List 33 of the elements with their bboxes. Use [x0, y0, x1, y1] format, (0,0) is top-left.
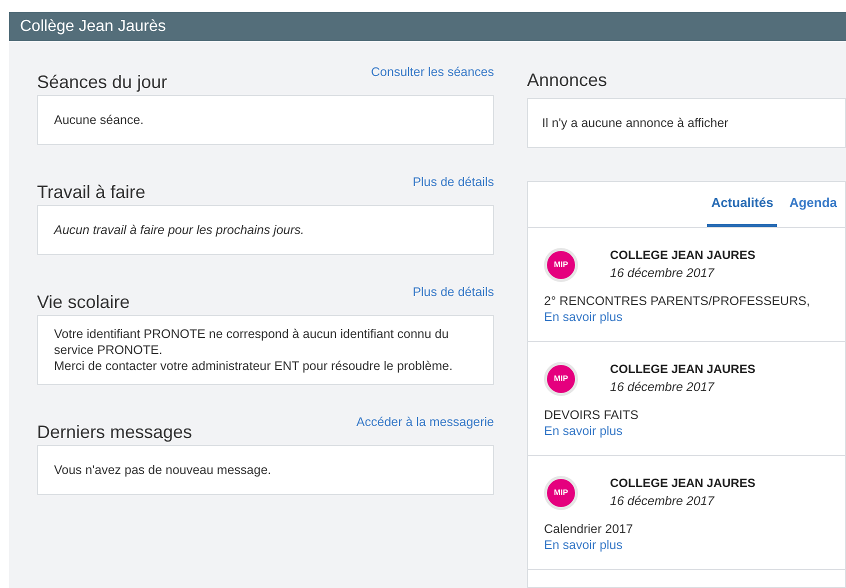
- section-heading: Annonces: [527, 69, 608, 92]
- news-text: 2° RENCONTRES PARENTS/PROFESSEURS,: [544, 292, 810, 309]
- news-text: Calendrier 2017: [544, 520, 633, 537]
- section-link[interactable]: Plus de détails: [412, 173, 494, 192]
- news-date: 16 décembre 2017: [610, 493, 716, 510]
- section-heading: Derniers messages: [37, 423, 192, 441]
- avatar-badge: MIP: [544, 248, 578, 282]
- avatar-badge: MIP: [544, 362, 578, 396]
- read-more-link[interactable]: En savoir plus: [544, 422, 623, 439]
- tab[interactable]: Agenda: [785, 192, 841, 227]
- section-heading: Vie scolaire: [37, 293, 130, 311]
- tab[interactable]: Actualités: [707, 192, 778, 227]
- section-text: Merci de contacter votre administrateur ENT pour résoudre le problème.: [54, 358, 453, 374]
- section-text: Vous n'avez pas de nouveau message.: [54, 462, 272, 478]
- read-more-link[interactable]: En savoir plus: [544, 308, 623, 325]
- news-date: 16 décembre 2017: [610, 379, 716, 396]
- avatar-badge: MIP: [544, 476, 578, 510]
- section-link[interactable]: Consulter les séances: [371, 63, 494, 82]
- section-text: Aucune séance.: [54, 112, 145, 128]
- school-title: Collège Jean Jaurès: [20, 16, 166, 36]
- section-heading: Travail à faire: [37, 183, 146, 201]
- news-author: COLLEGE JEAN JAURES: [610, 361, 756, 378]
- section-link[interactable]: Accéder à la messagerie: [356, 413, 494, 432]
- news-text: DEVOIRS FAITS: [544, 406, 638, 423]
- news-author: COLLEGE JEAN JAURES: [610, 247, 756, 264]
- announcement-text: Il n'y a aucune annonce à afficher: [542, 114, 728, 132]
- news-date: 16 décembre 2017: [610, 265, 716, 282]
- section-text: Votre identifiant PRONOTE ne correspond à aucun identifiant connu du service PRONOTE.: [54, 326, 450, 358]
- section-link[interactable]: Plus de détails: [412, 283, 494, 302]
- section-heading: Séances du jour: [37, 73, 168, 91]
- section-text: Aucun travail à faire pour les prochains jours.: [54, 222, 306, 238]
- news-author: COLLEGE JEAN JAURES: [610, 475, 756, 492]
- read-more-link[interactable]: En savoir plus: [544, 536, 623, 553]
